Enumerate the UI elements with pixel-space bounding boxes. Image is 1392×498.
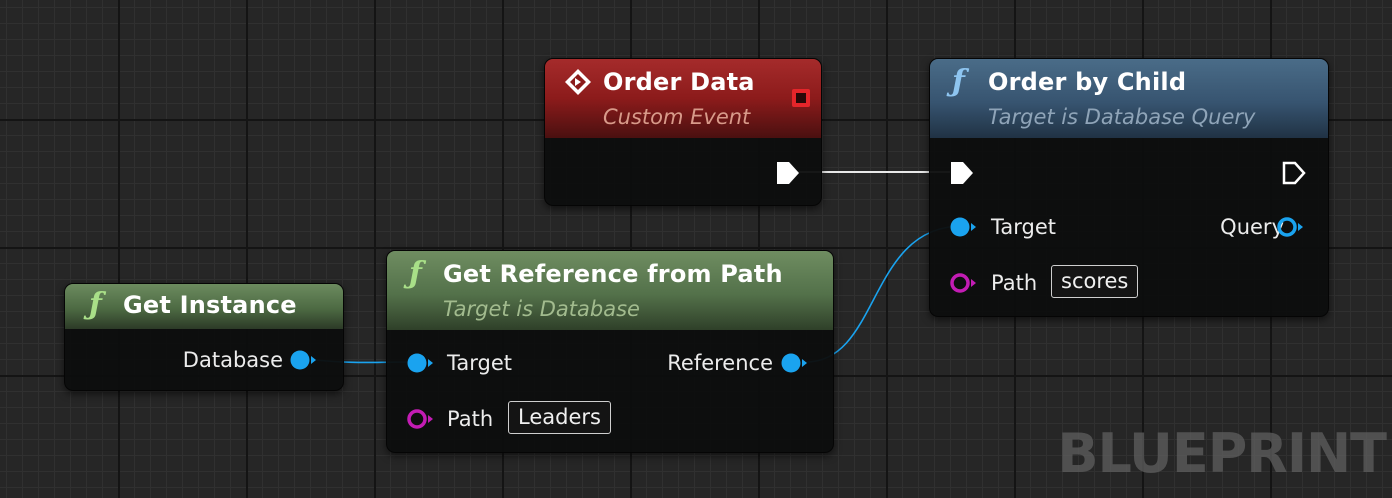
get-instance-header[interactable]: ƒ Get Instance [65, 284, 343, 329]
order-data-node[interactable]: Order Data Custom Event [544, 58, 822, 206]
database-pin-label: Database [182, 348, 283, 372]
get-reference-node[interactable]: ƒ Get Reference from Path Target is Data… [386, 250, 834, 453]
target-input-pin[interactable] [948, 215, 978, 239]
order-by-child-node[interactable]: ƒ Order by Child Target is Database Quer… [929, 58, 1329, 317]
blueprint-watermark: BLUEPRINT [1057, 422, 1387, 485]
database-output-pin[interactable] [289, 348, 319, 372]
order-by-child-title: Order by Child [988, 68, 1187, 96]
order-by-child-header[interactable]: ƒ Order by Child Target is Database Quer… [930, 59, 1328, 138]
event-delegate-pin[interactable] [790, 87, 812, 109]
function-icon: ƒ [89, 287, 102, 322]
exec-output-pin[interactable] [774, 159, 802, 187]
function-icon: ƒ [409, 256, 422, 291]
order-data-header[interactable]: Order Data Custom Event [545, 59, 821, 138]
order-data-subtitle: Custom Event [603, 105, 751, 129]
reference-pin-label: Reference [667, 351, 773, 375]
path-value-field[interactable]: Leaders [508, 401, 611, 434]
custom-event-icon [565, 69, 591, 95]
path-input-pin[interactable] [405, 407, 435, 431]
target-pin-label: Target [447, 351, 512, 375]
path-pin-label: Path [991, 271, 1038, 295]
path-input-pin[interactable] [948, 271, 978, 295]
query-output-pin[interactable] [1275, 215, 1305, 239]
order-by-child-subtitle: Target is Database Query [988, 105, 1256, 129]
reference-output-pin[interactable] [780, 351, 810, 375]
exec-output-pin[interactable] [1280, 159, 1308, 187]
get-reference-title: Get Reference from Path [443, 260, 783, 288]
get-reference-header[interactable]: ƒ Get Reference from Path Target is Data… [387, 251, 833, 330]
path-pin-label: Path [447, 407, 494, 431]
get-instance-title: Get Instance [123, 291, 297, 319]
target-input-pin[interactable] [405, 351, 435, 375]
get-reference-subtitle: Target is Database [443, 297, 640, 321]
order-data-title: Order Data [603, 68, 755, 96]
get-instance-node[interactable]: ƒ Get Instance Database [64, 283, 344, 391]
exec-input-pin[interactable] [948, 159, 976, 187]
function-icon: ƒ [952, 64, 965, 99]
path-value-field[interactable]: scores [1051, 265, 1139, 298]
target-pin-label: Target [991, 215, 1056, 239]
